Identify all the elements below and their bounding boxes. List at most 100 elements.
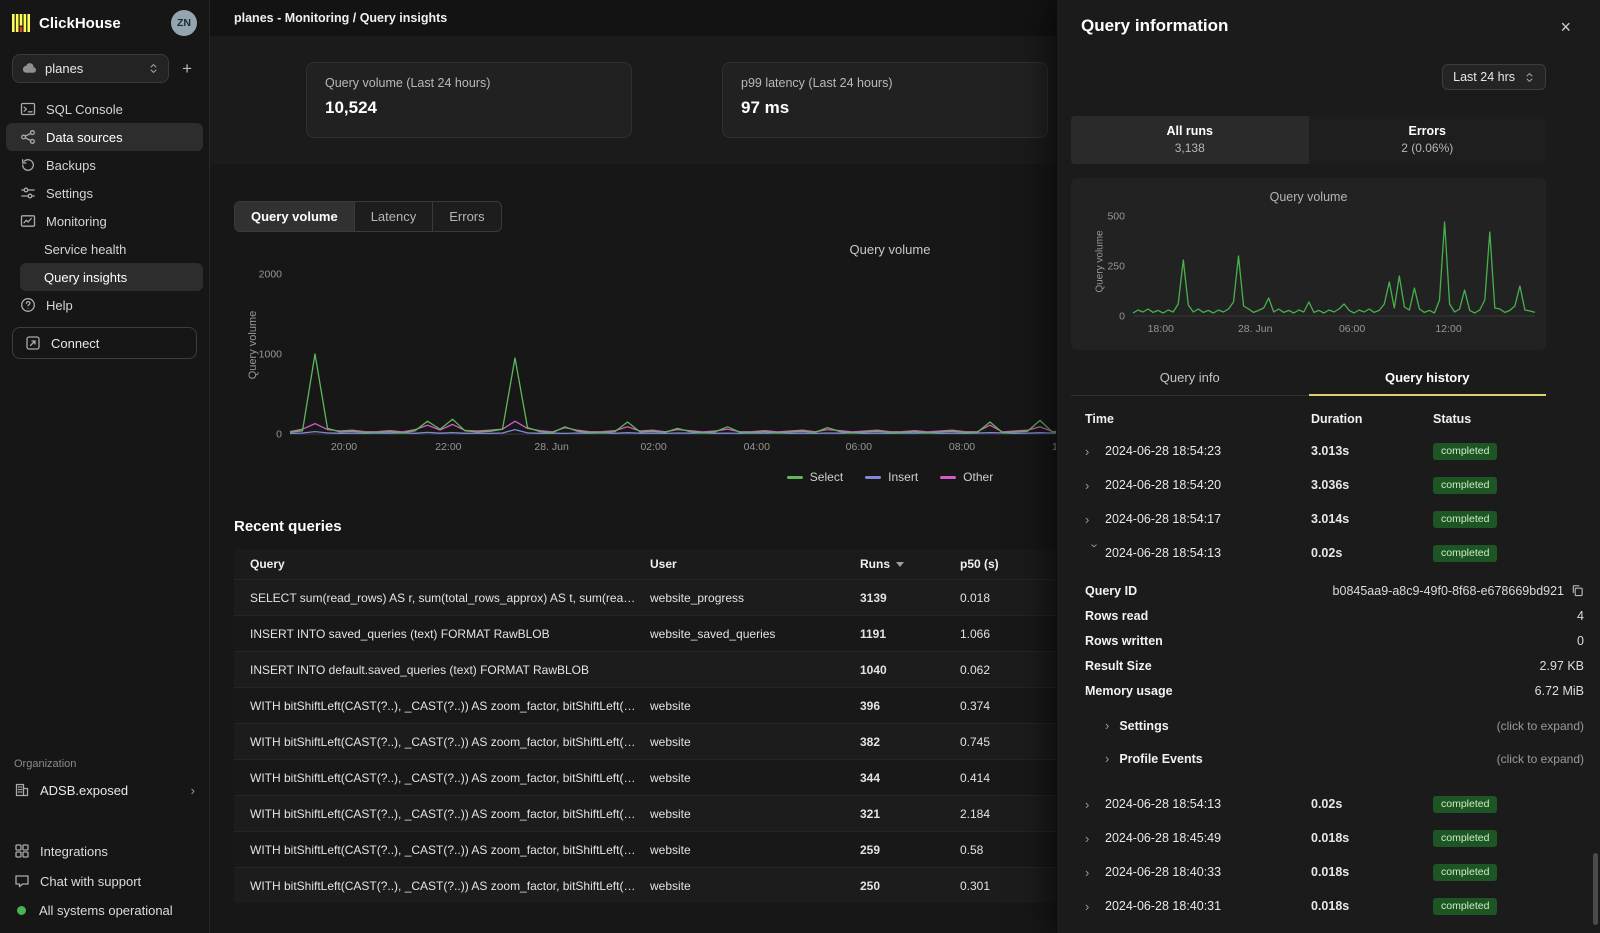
history-row-expanded[interactable]: › 2024-06-28 18:54:13 0.02s completed [1057, 536, 1600, 570]
tab-label: Errors [1309, 124, 1547, 138]
brand-title[interactable]: ClickHouse [39, 15, 162, 32]
sidebar-item-settings[interactable]: Settings [6, 179, 203, 207]
table-row[interactable]: INSERT INTO default.saved_queries (text)… [234, 651, 1114, 687]
all-runs-tab[interactable]: All runs 3,138 [1071, 116, 1309, 164]
close-icon[interactable]: × [1555, 16, 1576, 38]
column-header-runs[interactable]: Runs [860, 557, 960, 571]
svg-text:22:00: 22:00 [435, 441, 461, 453]
detail-value: 2.97 KB [1540, 659, 1584, 673]
column-header-user[interactable]: User [650, 557, 860, 571]
settings-expander[interactable]: › Settings (click to expand) [1057, 709, 1600, 742]
tab-query-info[interactable]: Query info [1071, 362, 1309, 395]
history-row[interactable]: › 2024-06-28 18:54:13 0.02s completed [1057, 787, 1600, 821]
svg-text:28. Jun: 28. Jun [1238, 323, 1273, 335]
history-row[interactable]: › 2024-06-28 18:40:33 0.018s completed [1057, 855, 1600, 889]
table-row[interactable]: WITH bitShiftLeft(CAST(?..), _CAST(?..))… [234, 759, 1114, 795]
legend-label: Insert [888, 470, 918, 484]
query-cell: WITH bitShiftLeft(CAST(?..), _CAST(?..))… [234, 879, 650, 893]
system-status-link[interactable]: All systems operational [0, 896, 209, 925]
vertical-scrollbar[interactable] [1593, 853, 1598, 925]
time-range-select[interactable]: Last 24 hrs [1442, 64, 1546, 90]
run-duration: 3.014s [1311, 512, 1433, 526]
legend-label: Other [963, 470, 993, 484]
table-row[interactable]: WITH bitShiftLeft(CAST(?..), _CAST(?..))… [234, 867, 1114, 903]
column-label: Runs [860, 557, 890, 571]
sort-desc-icon [896, 562, 904, 567]
legend-item-insert[interactable]: Insert [865, 470, 918, 484]
run-time: 2024-06-28 18:54:23 [1105, 444, 1311, 458]
sidebar-item-backups[interactable]: Backups [6, 151, 203, 179]
svg-text:28. Jun: 28. Jun [534, 441, 569, 453]
chevron-right-icon: › [1085, 444, 1105, 459]
history-row[interactable]: › 2024-06-28 18:54:23 3.013s completed [1057, 434, 1600, 468]
sidebar-item-sql-console[interactable]: SQL Console [6, 95, 203, 123]
detail-label: Result Size [1085, 659, 1152, 673]
sidebar-item-label: Settings [46, 186, 93, 201]
stat-value: 10,524 [325, 98, 613, 118]
tab-errors[interactable]: Errors [433, 202, 500, 231]
detail-label: Memory usage [1085, 684, 1173, 698]
chevron-right-icon: › [1085, 512, 1105, 527]
history-row[interactable]: › 2024-06-28 18:54:17 3.014s completed [1057, 502, 1600, 536]
restore-icon [20, 157, 36, 173]
tab-query-volume[interactable]: Query volume [235, 202, 355, 231]
sidebar-item-label: Chat with support [40, 874, 141, 889]
avatar[interactable]: ZN [171, 10, 197, 36]
detail-label: Rows read [1085, 609, 1148, 623]
svg-text:500: 500 [1107, 211, 1125, 223]
table-row[interactable]: WITH bitShiftLeft(CAST(?..), _CAST(?..))… [234, 795, 1114, 831]
sidebar-item-data-sources[interactable]: Data sources [6, 123, 203, 151]
monitor-chart-icon [20, 213, 36, 229]
table-row[interactable]: WITH bitShiftLeft(CAST(?..), _CAST(?..))… [234, 723, 1114, 759]
chart-tab-control: Query volume Latency Errors [234, 201, 502, 232]
history-row[interactable]: › 2024-06-28 18:40:31 0.018s completed [1057, 889, 1600, 923]
status-badge: completed [1433, 511, 1497, 528]
legend-item-select[interactable]: Select [787, 470, 843, 484]
service-selector[interactable]: planes [12, 54, 169, 83]
status-badge: completed [1433, 830, 1497, 847]
query-cell: INSERT INTO saved_queries (text) FORMAT … [234, 627, 650, 641]
mini-query-volume-chart: Query volume Query volume 025050018:0028… [1071, 178, 1546, 350]
legend-item-other[interactable]: Other [940, 470, 993, 484]
sidebar-item-help[interactable]: Help [6, 291, 203, 319]
sidebar-item-query-insights[interactable]: Query insights [20, 263, 203, 291]
user-cell: website [650, 699, 860, 713]
sidebar-item-chat-support[interactable]: Chat with support [0, 866, 209, 896]
run-time: 2024-06-28 18:54:13 [1105, 546, 1311, 560]
runs-cell: 396 [860, 699, 960, 713]
legend-swatch [940, 476, 956, 479]
column-header-status: Status [1433, 412, 1584, 426]
organization-switcher[interactable]: ADSB.exposed › [0, 774, 209, 806]
table-row[interactable]: SELECT sum(read_rows) AS r, sum(total_ro… [234, 579, 1114, 615]
runs-cell: 321 [860, 807, 960, 821]
query-cell: INSERT INTO default.saved_queries (text)… [234, 663, 650, 677]
status-badge: completed [1433, 898, 1497, 915]
add-service-button[interactable]: + [177, 59, 197, 79]
history-row[interactable]: › 2024-06-28 18:45:49 0.018s completed [1057, 821, 1600, 855]
sidebar-item-service-health[interactable]: Service health [20, 235, 203, 263]
detail-label: Query ID [1085, 584, 1137, 598]
svg-text:12:00: 12:00 [1435, 323, 1461, 335]
sidebar-item-label: Monitoring [46, 214, 107, 229]
column-header-duration: Duration [1311, 412, 1433, 426]
detail-value: 0 [1577, 634, 1584, 648]
tab-latency[interactable]: Latency [355, 202, 434, 231]
table-row[interactable]: WITH bitShiftLeft(CAST(?..), _CAST(?..))… [234, 687, 1114, 723]
sidebar-item-monitoring[interactable]: Monitoring [6, 207, 203, 235]
connect-button[interactable]: Connect [12, 327, 197, 359]
query-cell: SELECT sum(read_rows) AS r, sum(total_ro… [234, 591, 650, 605]
tab-query-history[interactable]: Query history [1309, 362, 1547, 395]
clickhouse-logo-icon[interactable] [12, 14, 30, 32]
data-nodes-icon [20, 129, 36, 145]
table-row[interactable]: INSERT INTO saved_queries (text) FORMAT … [234, 615, 1114, 651]
profile-events-expander[interactable]: › Profile Events (click to expand) [1057, 742, 1600, 775]
column-header-query[interactable]: Query [234, 557, 650, 571]
expander-label: Profile Events [1119, 752, 1202, 766]
stat-card-p99-latency: p99 latency (Last 24 hours) 97 ms [722, 62, 1048, 138]
detail-row: Rows written 0 [1057, 628, 1600, 653]
history-row[interactable]: › 2024-06-28 18:54:20 3.036s completed [1057, 468, 1600, 502]
copy-icon[interactable] [1571, 584, 1584, 597]
sidebar-item-integrations[interactable]: Integrations [0, 836, 209, 866]
errors-tab[interactable]: Errors 2 (0.06%) [1309, 116, 1547, 164]
table-row[interactable]: WITH bitShiftLeft(CAST(?..), _CAST(?..))… [234, 831, 1114, 867]
